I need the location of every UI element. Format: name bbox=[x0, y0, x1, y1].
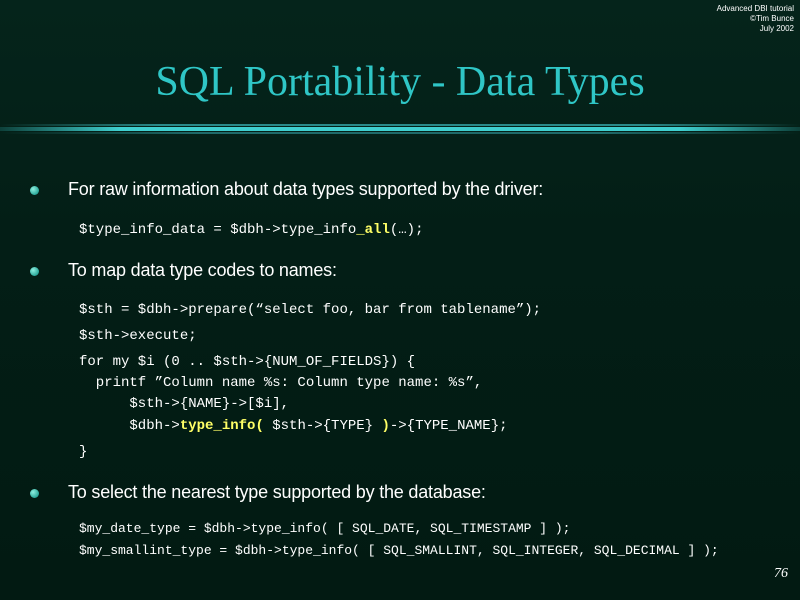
code-line: $sth->execute; bbox=[79, 328, 197, 344]
bullet-2-text: To map data type codes to names: bbox=[68, 260, 337, 280]
title-divider bbox=[0, 124, 800, 136]
credit-block: Advanced DBI tutorial ©Tim Bunce July 20… bbox=[717, 4, 794, 34]
code-line: for my $i (0 .. $sth->{NUM_OF_FIELDS}) { bbox=[79, 354, 416, 370]
bullet-1-text: For raw information about data types sup… bbox=[68, 179, 544, 199]
credit-line-3: July 2002 bbox=[759, 24, 794, 33]
code-line: $sth = $dbh->prepare(“select foo, bar fr… bbox=[79, 302, 542, 318]
code-type-info-all: $type_info_data = $dbh->type_info_all(…)… bbox=[79, 222, 424, 238]
code-line-type-info: $dbh->type_info( $sth->{TYPE} )->{TYPE_N… bbox=[79, 418, 508, 434]
page-number: 76 bbox=[774, 566, 788, 581]
code-line: $sth->{NAME}->[$i], bbox=[79, 396, 290, 412]
code-line: printf ”Column name %s: Column type name… bbox=[79, 375, 483, 391]
slide-title: SQL Portability - Data Types bbox=[155, 59, 645, 105]
bullet-dot-icon bbox=[30, 267, 39, 276]
code-line: $my_date_type = $dbh->type_info( [ SQL_D… bbox=[79, 521, 571, 536]
code-line: } bbox=[79, 444, 88, 460]
bullet-dot-icon bbox=[30, 489, 39, 498]
bullet-dot-icon bbox=[30, 186, 39, 195]
credit-line-2: ©Tim Bunce bbox=[750, 14, 794, 23]
bullet-3-text: To select the nearest type supported by … bbox=[68, 482, 486, 502]
credit-line-1: Advanced DBI tutorial bbox=[716, 4, 794, 13]
code-line: $my_smallint_type = $dbh->type_info( [ S… bbox=[79, 543, 719, 558]
